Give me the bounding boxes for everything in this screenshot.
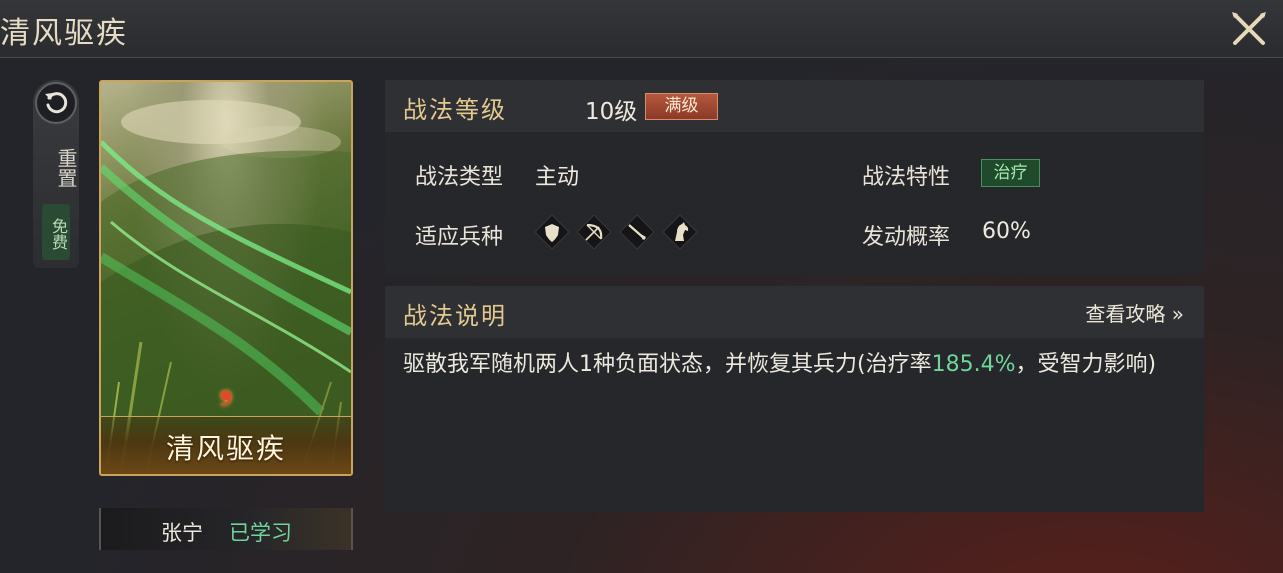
reset-button[interactable]: 重置 免费 bbox=[33, 80, 79, 268]
learner-name: 张宁 bbox=[161, 521, 203, 545]
card-skill-name: 清风驱疾 bbox=[165, 432, 286, 465]
bow-troop-icon[interactable] bbox=[577, 215, 611, 249]
reset-icon-wrap bbox=[35, 82, 77, 124]
close-button[interactable] bbox=[1229, 8, 1269, 50]
view-guide-link[interactable]: 查看攻略 » bbox=[1085, 298, 1184, 327]
cavalry-troop-icon[interactable] bbox=[663, 215, 697, 249]
learner-bar: 张宁 已学习 bbox=[99, 508, 353, 550]
shield-troop-icon[interactable] bbox=[535, 215, 569, 249]
max-level-badge: 满级 bbox=[645, 93, 718, 120]
skill-level-value: 10级 bbox=[585, 99, 638, 125]
skill-card: ❟ 清风驱疾 bbox=[99, 80, 353, 476]
skill-description-text: 驱散我军随机两人1种负面状态，并恢复其兵力(治疗率185.4%，受智力影响) bbox=[403, 350, 1193, 379]
description-text-before: 驱散我军随机两人1种负面状态，并恢复其兵力(治疗率 bbox=[403, 352, 932, 377]
heal-rate-value: 185.4% bbox=[931, 352, 1016, 377]
trigger-rate-value: 60% bbox=[982, 219, 1031, 244]
title-bar: 清风驱疾 bbox=[0, 0, 1283, 58]
card-name-band: 清风驱疾 bbox=[101, 416, 351, 474]
skill-level-header: 战法等级 10级 满级 bbox=[385, 80, 1204, 132]
page-title: 清风驱疾 bbox=[0, 16, 128, 51]
skill-rank-icon: ❟ bbox=[219, 367, 233, 407]
skill-trait-label: 战法特性 bbox=[862, 165, 951, 190]
spear-troop-icon[interactable] bbox=[620, 215, 654, 249]
skill-trait-badge: 治疗 bbox=[981, 159, 1040, 187]
learned-status: 已学习 bbox=[229, 521, 292, 545]
skill-info-panel: 战法等级 10级 满级 战法类型 主动 战法特性 治疗 适应兵种 发动概率 60… bbox=[385, 80, 1204, 275]
skill-description-panel: 战法说明 查看攻略 » 驱散我军随机两人1种负面状态，并恢复其兵力(治疗率185… bbox=[385, 286, 1204, 512]
skill-type-label: 战法类型 bbox=[415, 165, 504, 190]
skill-type-value: 主动 bbox=[535, 165, 580, 190]
refresh-icon bbox=[45, 92, 68, 114]
close-icon bbox=[1232, 12, 1266, 45]
skill-description-header: 战法说明 查看攻略 » bbox=[385, 286, 1204, 338]
free-badge: 免费 bbox=[42, 204, 70, 260]
reset-label: 重置 bbox=[54, 148, 78, 188]
trigger-rate-label: 发动概率 bbox=[862, 225, 951, 250]
troop-types-label: 适应兵种 bbox=[415, 225, 504, 250]
description-text-after: ，受智力影响) bbox=[1015, 352, 1157, 377]
skill-description-title: 战法说明 bbox=[403, 302, 507, 330]
skill-level-title: 战法等级 bbox=[403, 96, 507, 124]
